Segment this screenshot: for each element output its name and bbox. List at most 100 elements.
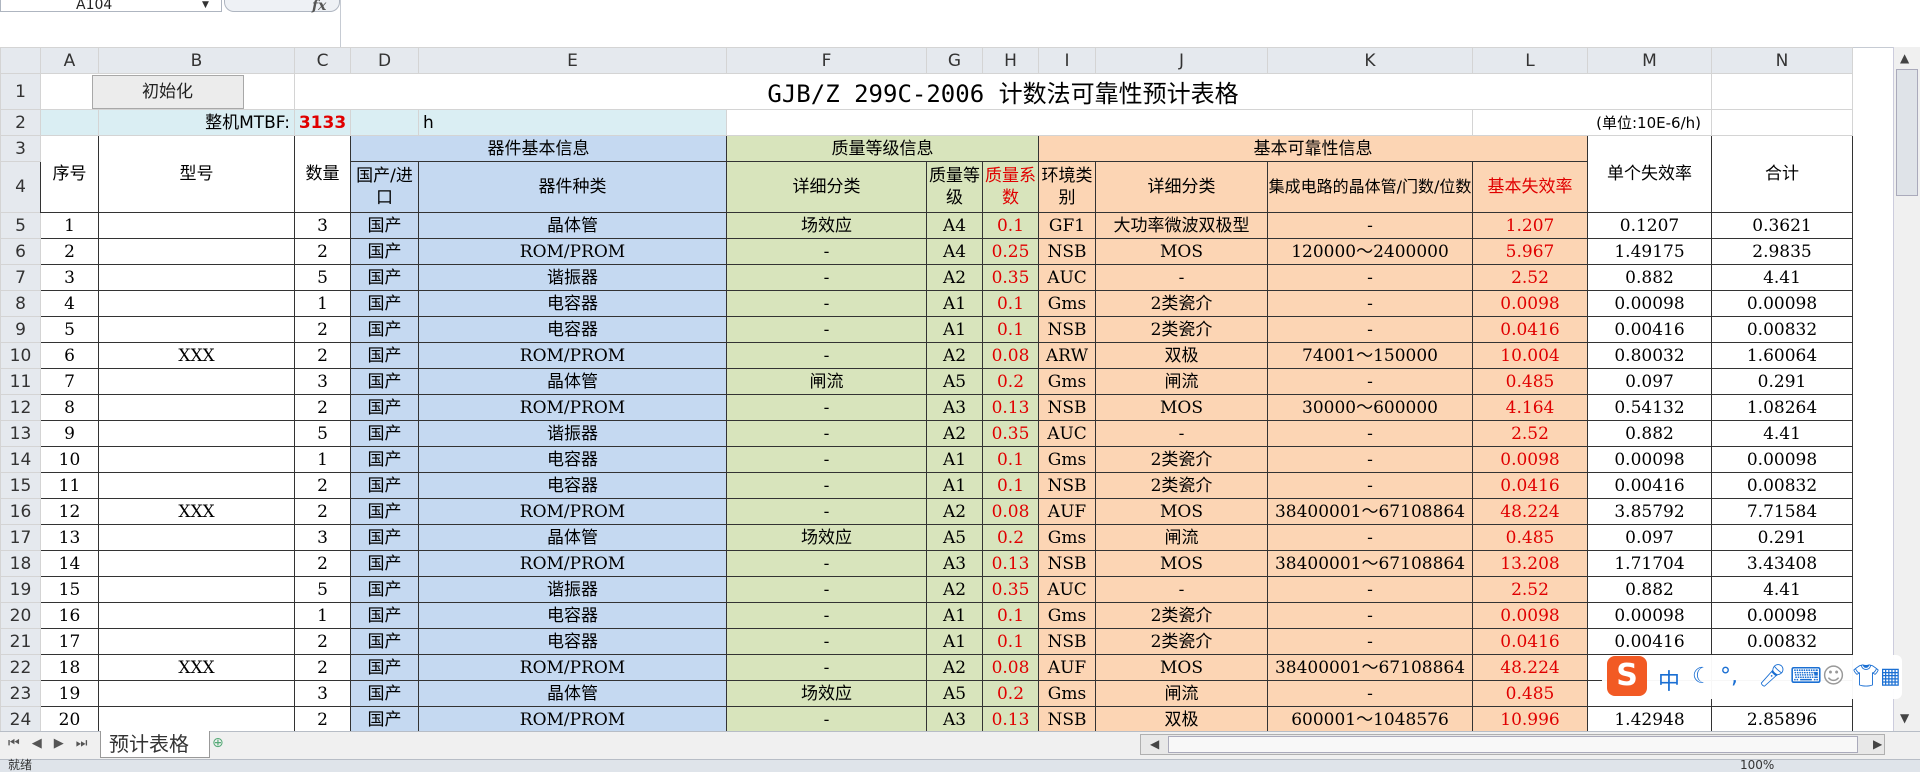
cell-base[interactable]: 0.485 — [1472, 680, 1588, 707]
cell-env[interactable]: ARW — [1038, 342, 1096, 369]
cell-factor[interactable]: 0.08 — [982, 498, 1039, 525]
cell-ic[interactable]: - — [1267, 680, 1473, 707]
cell-detail[interactable]: 场效应 — [726, 680, 927, 707]
init-button[interactable]: 初始化 — [91, 74, 244, 109]
cell-ic[interactable]: - — [1267, 420, 1473, 447]
cell-detail[interactable]: - — [726, 264, 927, 291]
row-header[interactable]: 9 — [0, 316, 41, 343]
cell-env[interactable]: AUC — [1038, 420, 1096, 447]
cell-grade[interactable]: A2 — [926, 576, 983, 603]
cell-env[interactable]: GF1 — [1038, 212, 1096, 239]
cell-seq[interactable]: 6 — [40, 342, 99, 369]
cell-total[interactable]: 1.60064 — [1711, 342, 1853, 369]
cell-unit[interactable]: 0.882 — [1587, 576, 1712, 603]
cell-model[interactable] — [98, 394, 295, 421]
cell-ic[interactable]: - — [1267, 472, 1473, 499]
cell-unit[interactable]: 0.00416 — [1587, 472, 1712, 499]
cell-base[interactable]: 0.0098 — [1472, 602, 1588, 629]
cell-env[interactable]: NSB — [1038, 394, 1096, 421]
cell-model[interactable] — [98, 264, 295, 291]
column-header[interactable]: F — [726, 47, 927, 74]
cell-env[interactable]: Gms — [1038, 524, 1096, 551]
cell-grade[interactable]: A2 — [926, 654, 983, 681]
cell-base[interactable]: 0.0416 — [1472, 628, 1588, 655]
cell-ic[interactable]: 38400001～67108864 — [1267, 550, 1473, 577]
cell-qty[interactable]: 3 — [294, 524, 351, 551]
cell-total[interactable]: 2.85896 — [1711, 706, 1853, 731]
cell-detail[interactable]: - — [726, 420, 927, 447]
cell-qty[interactable]: 2 — [294, 472, 351, 499]
row-header[interactable]: 4 — [0, 161, 41, 213]
cell-detail2[interactable]: 2类瓷介 — [1095, 316, 1268, 343]
cell-detail[interactable]: - — [726, 550, 927, 577]
cell-type[interactable]: 晶体管 — [418, 368, 727, 395]
cell-unit[interactable]: 1.42948 — [1587, 706, 1712, 731]
cell-qty[interactable]: 1 — [294, 290, 351, 317]
cell-factor[interactable]: 0.1 — [982, 316, 1039, 343]
cell-origin[interactable]: 国产 — [350, 212, 419, 239]
cell-detail[interactable]: - — [726, 654, 927, 681]
cell-ic[interactable]: - — [1267, 446, 1473, 473]
cell-detail[interactable]: - — [726, 316, 927, 343]
cell-env[interactable]: NSB — [1038, 472, 1096, 499]
cell-base[interactable]: 5.967 — [1472, 238, 1588, 265]
cell-factor[interactable]: 0.1 — [982, 472, 1039, 499]
cell-detail2[interactable]: 2类瓷介 — [1095, 472, 1268, 499]
cell-model[interactable] — [98, 472, 295, 499]
cell-ic[interactable]: - — [1267, 368, 1473, 395]
cell-factor[interactable]: 0.35 — [982, 420, 1039, 447]
cell-grade[interactable]: A2 — [926, 264, 983, 291]
cell-model[interactable] — [98, 602, 295, 629]
row-header[interactable]: 12 — [0, 394, 41, 421]
moon-icon[interactable]: ☾ — [1692, 664, 1712, 689]
cell-detail[interactable]: - — [726, 628, 927, 655]
cell-detail[interactable]: - — [726, 342, 927, 369]
cell-model[interactable] — [98, 238, 295, 265]
cell-unit[interactable]: 1.71704 — [1587, 550, 1712, 577]
cell-factor[interactable]: 0.2 — [982, 524, 1039, 551]
cell-detail2[interactable]: MOS — [1095, 498, 1268, 525]
cell-seq[interactable]: 5 — [40, 316, 99, 343]
row-header[interactable]: 18 — [0, 550, 41, 577]
cell-unit[interactable]: 0.80032 — [1587, 342, 1712, 369]
cell-factor[interactable]: 0.13 — [982, 706, 1039, 731]
cell-ic[interactable]: 600001～1048576 — [1267, 706, 1473, 731]
row-header[interactable]: 20 — [0, 602, 41, 629]
cell-detail[interactable]: - — [726, 290, 927, 317]
cell-detail2[interactable]: MOS — [1095, 238, 1268, 265]
cell-model[interactable] — [98, 680, 295, 707]
cell-seq[interactable]: 2 — [40, 238, 99, 265]
row-header[interactable]: 22 — [0, 654, 41, 681]
cell-origin[interactable]: 国产 — [350, 680, 419, 707]
cell-origin[interactable]: 国产 — [350, 316, 419, 343]
cell-seq[interactable]: 9 — [40, 420, 99, 447]
cell-factor[interactable]: 0.35 — [982, 576, 1039, 603]
cell-model[interactable]: XXX — [98, 498, 295, 525]
row-header[interactable]: 11 — [0, 368, 41, 395]
cell-type[interactable]: 晶体管 — [418, 680, 727, 707]
cell-detail[interactable]: - — [726, 576, 927, 603]
cell-base[interactable]: 0.485 — [1472, 524, 1588, 551]
cell-factor[interactable]: 0.13 — [982, 550, 1039, 577]
cell-grade[interactable]: A4 — [926, 238, 983, 265]
cell-grade[interactable]: A3 — [926, 550, 983, 577]
cell-origin[interactable]: 国产 — [350, 706, 419, 731]
cell-unit[interactable]: 0.1207 — [1587, 212, 1712, 239]
cell-base[interactable]: 2.52 — [1472, 576, 1588, 603]
cell-factor[interactable]: 0.25 — [982, 238, 1039, 265]
cell-origin[interactable]: 国产 — [350, 472, 419, 499]
column-header[interactable]: H — [982, 47, 1039, 74]
cell-origin[interactable]: 国产 — [350, 238, 419, 265]
cell-env[interactable]: Gms — [1038, 290, 1096, 317]
cell-detail[interactable]: - — [726, 602, 927, 629]
cell-model[interactable]: XXX — [98, 654, 295, 681]
cell-qty[interactable]: 2 — [294, 316, 351, 343]
cell-origin[interactable]: 国产 — [350, 264, 419, 291]
column-header[interactable]: J — [1095, 47, 1268, 74]
cell-ic[interactable]: 38400001～67108864 — [1267, 498, 1473, 525]
cell-detail2[interactable]: 2类瓷介 — [1095, 290, 1268, 317]
cell-origin[interactable]: 国产 — [350, 550, 419, 577]
cell-unit[interactable]: 0.00098 — [1587, 290, 1712, 317]
cell-env[interactable]: Gms — [1038, 680, 1096, 707]
sogou-logo-icon[interactable]: S — [1607, 656, 1647, 696]
